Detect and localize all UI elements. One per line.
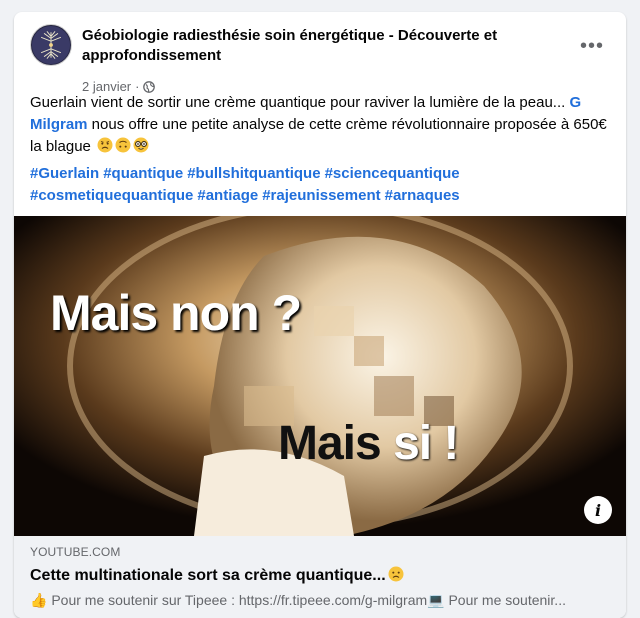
sad-face-emoji-icon xyxy=(97,137,113,153)
link-description: 👍 Pour me soutenir sur Tipeee : https://… xyxy=(30,592,566,608)
video-thumbnail[interactable]: Mais non ? Mais si ! i xyxy=(14,216,626,536)
upside-down-face-emoji-icon xyxy=(115,137,131,153)
info-icon[interactable]: i xyxy=(584,496,612,524)
globe-icon xyxy=(143,80,156,93)
link-title[interactable]: Cette multinationale sort sa crème quant… xyxy=(30,566,404,585)
hashtag-link[interactable]: #cosmetiquequantique xyxy=(30,187,193,204)
hashtag-list: #Guerlain #quantique #bullshitquantique #sc… xyxy=(30,163,610,207)
hashtag-link[interactable]: #antiage xyxy=(197,187,258,204)
more-options-icon: ••• xyxy=(579,35,604,57)
post-card: Géobiologie radiesthésie soin énergétiqu… xyxy=(14,12,626,618)
hashtag-link[interactable]: #Guerlain xyxy=(30,165,99,182)
post-text: Guerlain vient de sortir une crème quant… xyxy=(30,92,610,158)
post-header: Géobiologie radiesthésie soin énergétiqu… xyxy=(30,24,610,94)
caption-bottom: Mais si ! xyxy=(278,416,459,471)
sad-face-emoji-icon xyxy=(388,566,404,582)
hashtag-link[interactable]: #arnaques xyxy=(385,187,460,204)
more-options-button[interactable]: ••• xyxy=(574,28,610,64)
link-preview[interactable]: YOUTUBE.COM Cette multinationale sort sa… xyxy=(14,536,626,618)
hashtag-link[interactable]: #sciencequantique xyxy=(325,165,460,182)
link-title-text: Cette multinationale sort sa crème quant… xyxy=(30,567,386,584)
hashtag-link[interactable]: #quantique xyxy=(103,165,183,182)
caption-bottom-si: si ! xyxy=(393,417,459,470)
nerd-face-emoji-icon xyxy=(133,137,149,153)
hashtag-link[interactable]: #rajeunissement xyxy=(262,187,380,204)
caption-bottom-main: Mais xyxy=(278,417,382,470)
group-avatar[interactable] xyxy=(30,24,72,66)
caption-top: Mais non ? xyxy=(50,285,302,341)
link-domain: YOUTUBE.COM xyxy=(30,545,121,559)
group-name-link[interactable]: Géobiologie radiesthésie soin énergétiqu… xyxy=(82,26,522,66)
thumbnail-image xyxy=(14,216,626,536)
tree-logo-icon xyxy=(31,25,71,65)
post-text-part-1: Guerlain vient de sortir une crème quant… xyxy=(30,94,570,111)
hashtag-link[interactable]: #bullshitquantique xyxy=(187,165,320,182)
